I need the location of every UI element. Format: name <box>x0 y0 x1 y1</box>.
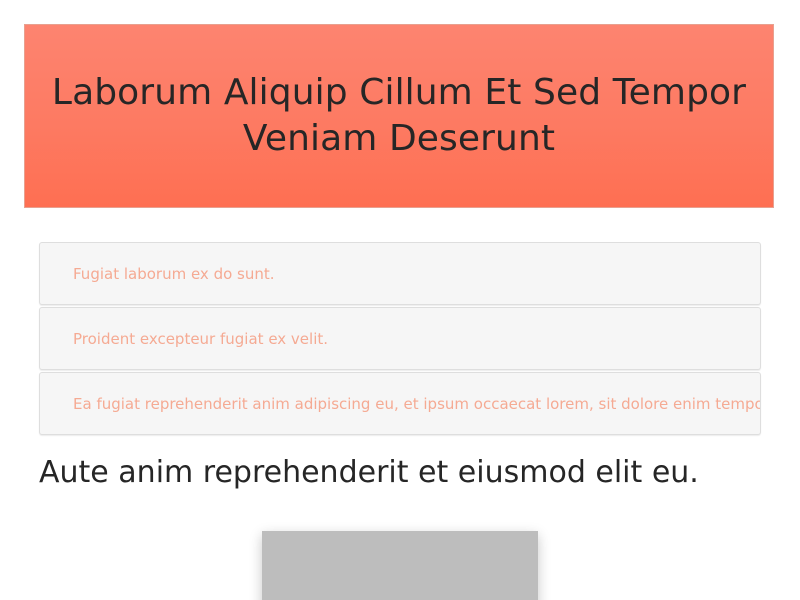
list-item: Fugiat laborum ex do sunt. <box>39 242 761 305</box>
item-list: Fugiat laborum ex do sunt. Proident exce… <box>39 242 761 437</box>
list-item: Proident excepteur fugiat ex velit. <box>39 307 761 370</box>
page-title: Laborum Aliquip Cillum Et Sed Tempor Ven… <box>51 72 747 159</box>
hero-banner: Laborum Aliquip Cillum Et Sed Tempor Ven… <box>24 24 774 208</box>
page: Laborum Aliquip Cillum Et Sed Tempor Ven… <box>0 0 800 600</box>
list-item: Ea fugiat reprehenderit anim adipiscing … <box>39 372 761 435</box>
section-heading: Aute anim reprehenderit et eiusmod elit … <box>39 455 699 490</box>
image-placeholder <box>262 531 538 600</box>
